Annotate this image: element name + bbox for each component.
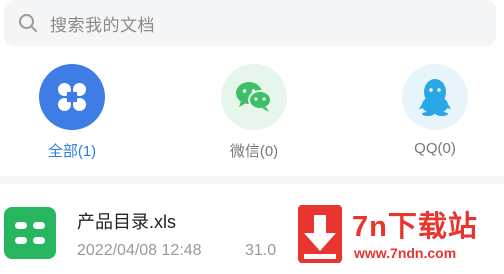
category-all[interactable]: 全部(1) xyxy=(27,64,117,161)
watermark-title: 7n下载站 xyxy=(352,211,478,243)
spreadsheet-icon xyxy=(4,207,56,259)
search-icon xyxy=(18,13,38,33)
file-size: 31.0 xyxy=(245,242,277,259)
category-all-icon-bg[interactable] xyxy=(39,64,105,130)
file-name: 产品目录.xls xyxy=(77,212,176,232)
download-arrow-icon xyxy=(298,205,342,263)
category-wechat[interactable]: 微信(0) xyxy=(209,64,299,161)
watermark-logo: 7n下载站 www.7ndn.com xyxy=(292,199,504,274)
search-input[interactable]: 搜索我的文档 xyxy=(50,11,155,36)
category-qq-icon-bg[interactable] xyxy=(402,64,468,130)
section-divider xyxy=(0,176,504,184)
category-all-label: 全部(1) xyxy=(47,143,97,160)
grid-four-icon xyxy=(58,83,86,111)
category-wechat-label: 微信(0) xyxy=(229,143,279,160)
qq-icon xyxy=(419,79,451,116)
watermark-url: www.7ndn.com xyxy=(354,245,457,261)
search-bar[interactable]: 搜索我的文档 xyxy=(4,0,496,46)
wechat-icon xyxy=(236,82,272,112)
category-qq-label: QQ(0) xyxy=(414,140,456,157)
category-wechat-icon-bg[interactable] xyxy=(221,64,287,130)
category-qq[interactable]: QQ(0) xyxy=(390,64,480,157)
file-date: 2022/04/08 12:48 xyxy=(77,242,202,259)
